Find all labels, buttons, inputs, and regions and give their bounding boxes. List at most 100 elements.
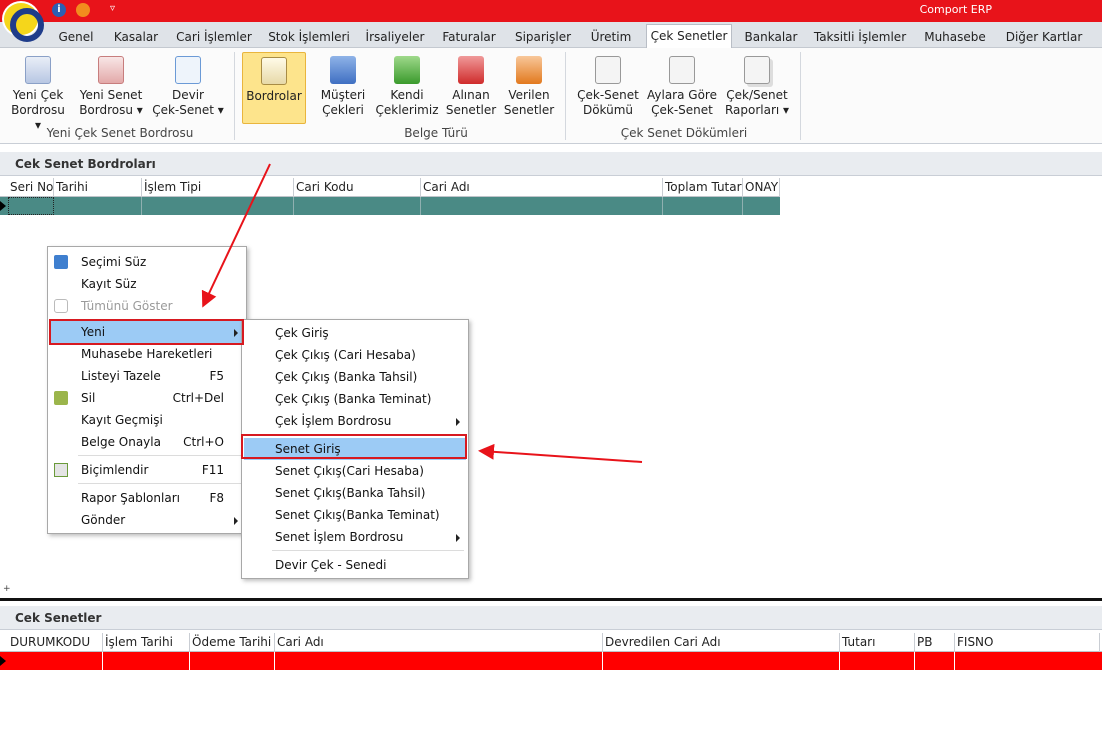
customer-checks-button[interactable]: Müşteri Çekleri (316, 52, 370, 124)
table-row[interactable] (0, 197, 780, 215)
check-note-reports-button[interactable]: Çek/Senet Raporları ▾ (722, 52, 792, 124)
col-seri-no[interactable]: Seri No (8, 178, 54, 197)
table-cell[interactable] (915, 652, 955, 670)
menu-item-filter-record[interactable]: Kayıt Süz (50, 273, 244, 295)
menu-item-report-templates[interactable]: Rapor Şablonları F8 (50, 487, 244, 509)
btn-label: Çek-Senet (651, 103, 713, 117)
menu-item-check-out-bank-collateral[interactable]: Çek Çıkış (Banka Teminat) (244, 388, 466, 410)
app-title: Comport ERP (919, 3, 992, 16)
received-notes-button[interactable]: Alınan Senetler (444, 52, 498, 124)
menu-item-check-out-account[interactable]: Çek Çıkış (Cari Hesaba) (244, 344, 466, 366)
monthly-check-note-button[interactable]: Aylara Göre Çek-Senet (646, 52, 718, 124)
table-cell[interactable] (54, 197, 142, 215)
col-toplam-tutar[interactable]: Toplam Tutar (663, 178, 743, 197)
menu-item-note-out-bank-collection[interactable]: Senet Çıkış(Banka Tahsil) (244, 482, 466, 504)
btn-label: Yeni Senet (79, 88, 143, 102)
col-cari-kodu[interactable]: Cari Kodu (294, 178, 421, 197)
annotation-arrow (478, 443, 643, 463)
pin-icon[interactable]: ▿ (110, 3, 115, 14)
table-row[interactable] (0, 652, 1102, 670)
menu-item-format[interactable]: Biçimlendir F11 (50, 459, 244, 481)
btn-label: Dökümü (582, 103, 634, 117)
menu-item-send[interactable]: Gönder (50, 509, 244, 531)
group-label-listings: Çek Senet Dökümleri (620, 126, 748, 140)
menu-item-refresh-list[interactable]: Listeyi Tazele F5 (50, 365, 244, 387)
tab-bankalar[interactable]: Bankalar (740, 26, 802, 48)
table-cell[interactable] (275, 652, 603, 670)
table-cell[interactable] (8, 197, 54, 215)
col-durumkodu[interactable]: DURUMKODU (8, 633, 103, 652)
table-cell[interactable] (142, 197, 294, 215)
menu-item-note-out-bank-collateral[interactable]: Senet Çıkış(Banka Teminat) (244, 504, 466, 526)
info-icon[interactable]: i (52, 3, 66, 17)
check-note-listing-button[interactable]: Çek-Senet Dökümü (576, 52, 640, 124)
menu-item-filter-selection[interactable]: Seçimi Süz (50, 251, 244, 273)
col-islem-tipi[interactable]: İşlem Tipi (142, 178, 294, 197)
orange-folder-icon (516, 56, 542, 84)
tab-diger-kartlar[interactable]: Diğer Kartlar (1002, 26, 1086, 48)
menu-item-check-entry[interactable]: Çek Giriş (244, 322, 466, 344)
table-cell[interactable] (840, 652, 915, 670)
menu-item-delete[interactable]: Sil Ctrl+Del (50, 387, 244, 409)
menu-item-check-out-bank-collection[interactable]: Çek Çıkış (Banka Tahsil) (244, 366, 466, 388)
payrolls-grid-header: Seri No Tarihi İşlem Tipi Cari Kodu Cari… (0, 178, 780, 197)
tab-cek-senetler[interactable]: Çek Senetler (646, 24, 732, 49)
tab-stok-islemleri[interactable]: Stok İşlemleri (266, 26, 352, 48)
menu-item-transfer-check-note[interactable]: Devir Çek - Senedi (244, 554, 466, 576)
col-cari-adi[interactable]: Cari Adı (421, 178, 663, 197)
table-cell[interactable] (190, 652, 275, 670)
col-pb[interactable]: PB (915, 633, 955, 652)
col-tarihi[interactable]: Tarihi (54, 178, 142, 197)
col-islem-tarihi[interactable]: İşlem Tarihi (103, 633, 190, 652)
tab-uretim[interactable]: Üretim (586, 26, 636, 48)
col-cari-adi[interactable]: Cari Adı (275, 633, 603, 652)
reports-stack-icon (744, 56, 770, 84)
expand-icon[interactable]: + (3, 584, 11, 594)
report-icon (669, 56, 695, 84)
checks-panel-title: Cek Senetler (0, 606, 1102, 630)
given-notes-button[interactable]: Verilen Senetler (502, 52, 556, 124)
col-devredilen-cari-adi[interactable]: Devredilen Cari Adı (603, 633, 840, 652)
table-cell[interactable] (8, 652, 103, 670)
menu-item-approve-document[interactable]: Belge Onayla Ctrl+O (50, 431, 244, 453)
col-onay[interactable]: ONAY (743, 178, 780, 197)
col-odeme-tarihi[interactable]: Ödeme Tarihi (190, 633, 275, 652)
tab-genel[interactable]: Genel (52, 26, 100, 48)
col-tutari[interactable]: Tutarı (840, 633, 915, 652)
table-cell[interactable] (603, 652, 840, 670)
submenu-arrow-icon (456, 534, 460, 542)
payrolls-button[interactable]: Bordrolar (242, 52, 306, 124)
tab-siparisler[interactable]: Siparişler (510, 26, 576, 48)
menu-item-accounting-movements[interactable]: Muhasebe Hareketleri (50, 343, 244, 365)
menu-item-check-transaction-payroll[interactable]: Çek İşlem Bordrosu (244, 410, 466, 432)
transfer-check-note-button[interactable]: Devir Çek-Senet ▾ (150, 52, 226, 124)
menu-item-note-transaction-payroll[interactable]: Senet İşlem Bordrosu (244, 526, 466, 548)
splitter[interactable] (0, 598, 1102, 601)
table-cell[interactable] (663, 197, 743, 215)
delete-icon (54, 391, 68, 405)
tab-faturalar[interactable]: Faturalar (438, 26, 500, 48)
tab-cari-islemler[interactable]: Cari İşlemler (172, 26, 256, 48)
show-all-icon (54, 299, 68, 313)
filter-selection-icon (54, 255, 68, 269)
btn-label: Bordrosu ▾ (79, 103, 143, 117)
menu-item-record-history[interactable]: Kayıt Geçmişi (50, 409, 244, 431)
menu-item-show-all[interactable]: Tümünü Göster (50, 295, 244, 317)
btn-label: Müşteri (320, 88, 366, 102)
app-logo-icon[interactable] (2, 1, 44, 42)
tab-kasalar[interactable]: Kasalar (110, 26, 162, 48)
tab-muhasebe[interactable]: Muhasebe (918, 26, 992, 48)
new-note-payroll-button[interactable]: Yeni Senet Bordrosu ▾ (78, 52, 144, 124)
own-checks-button[interactable]: Kendi Çeklerimiz (374, 52, 440, 124)
col-fisno[interactable]: FISNO (955, 633, 1100, 652)
help-lifebuoy-icon[interactable] (76, 3, 90, 17)
menu-item-note-out-account[interactable]: Senet Çıkış(Cari Hesaba) (244, 460, 466, 482)
tab-irsaliyeler[interactable]: İrsaliyeler (362, 26, 428, 48)
tab-taksitli-islemler[interactable]: Taksitli İşlemler (812, 26, 908, 48)
format-grid-icon (54, 463, 68, 477)
table-cell[interactable] (103, 652, 190, 670)
table-cell[interactable] (294, 197, 421, 215)
new-check-payroll-button[interactable]: Yeni Çek Bordrosu ▾ (8, 52, 68, 132)
btn-label: Alınan (452, 88, 490, 102)
table-cell[interactable] (421, 197, 663, 215)
